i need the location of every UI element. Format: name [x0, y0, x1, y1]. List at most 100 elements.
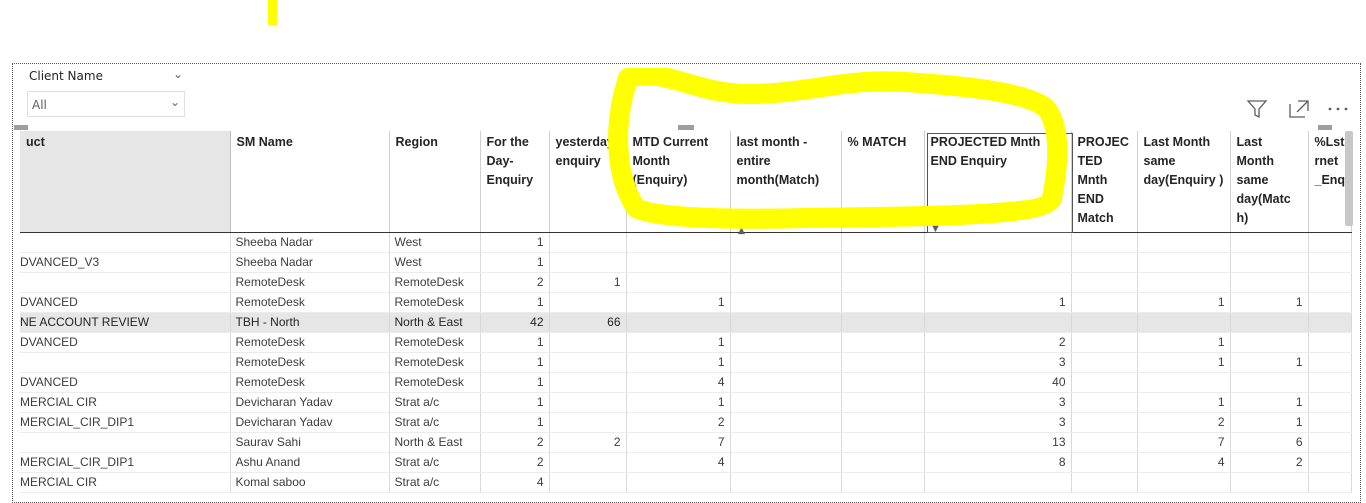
- table-cell: DVANCED: [20, 372, 231, 393]
- table-cell: [730, 252, 842, 273]
- resize-handle[interactable]: [14, 125, 28, 130]
- table-cell: 42: [480, 312, 550, 333]
- table-cell: [841, 372, 925, 393]
- table-cell: 40: [924, 372, 1072, 393]
- table-cell: [1308, 292, 1353, 313]
- table-cell: [626, 272, 731, 293]
- table-cell: RemoteDesk: [389, 352, 481, 373]
- slicer-dropdown[interactable]: All ⌄: [27, 91, 185, 117]
- table-cell: MERCIAL CIR: [20, 392, 231, 413]
- table-cell: 3: [924, 352, 1072, 373]
- table-row[interactable]: RemoteDesk RemoteDesk 1 1 3 1 1: [20, 352, 1353, 373]
- table-cell: Strat a/c: [389, 392, 481, 413]
- table-cell: [20, 432, 231, 453]
- table-cell: 1: [480, 392, 550, 413]
- table-cell: 2: [924, 332, 1072, 353]
- table-cell: 7: [626, 432, 731, 453]
- table-cell: [1230, 372, 1309, 393]
- table-cell: 2: [480, 272, 550, 293]
- column-header[interactable]: Last Month same day(Enquiry ): [1137, 131, 1231, 233]
- column-header[interactable]: MTD Current Month (Enquiry): [626, 131, 731, 233]
- table-row[interactable]: DVANCED RemoteDesk RemoteDesk 1 1 2 1: [20, 332, 1353, 353]
- column-header[interactable]: Last Month same day(Matc h): [1230, 131, 1309, 233]
- table-row[interactable]: MERCIAL CIR Komal saboo Strat a/c 4: [20, 472, 1353, 493]
- table-cell: [730, 352, 842, 373]
- table-row[interactable]: RemoteDesk RemoteDesk 2 1: [20, 272, 1353, 293]
- table-cell: 4: [626, 452, 731, 473]
- table-cell: [1137, 472, 1231, 493]
- table-cell: Devicharan Yadav: [230, 392, 390, 413]
- column-header[interactable]: Region: [389, 131, 481, 233]
- table-row[interactable]: NE ACCOUNT REVIEW TBH - North North & East…: [20, 312, 1353, 333]
- table-cell: [1308, 352, 1353, 373]
- table-cell: [626, 472, 731, 493]
- table-row[interactable]: DVANCED_V3 Sheeba Nadar West 1: [20, 252, 1353, 273]
- sort-descending-icon[interactable]: ▼: [932, 224, 939, 234]
- vertical-scrollbar[interactable]: [1345, 131, 1353, 226]
- table-cell: [1308, 412, 1353, 433]
- table-row[interactable]: MERCIAL_CIR_DIP1 Devicharan Yadav Strat a/…: [20, 412, 1353, 433]
- column-header[interactable]: % MATCH: [841, 131, 925, 233]
- table-row[interactable]: DVANCED RemoteDesk RemoteDesk 1 1 1 1 1: [20, 292, 1353, 313]
- table-cell: [730, 372, 842, 393]
- table-cell: [1230, 312, 1309, 333]
- table-cell: [730, 272, 842, 293]
- table-cell: DVANCED: [20, 292, 231, 313]
- table-cell: [20, 232, 231, 253]
- table-cell: 1: [480, 332, 550, 353]
- table-cell: [924, 272, 1072, 293]
- table-cell: 2: [480, 432, 550, 453]
- table-cell: [730, 312, 842, 333]
- slicer-title: Client Name: [29, 69, 103, 83]
- table-cell: MERCIAL_CIR_DIP1: [20, 412, 231, 433]
- chevron-down-icon[interactable]: ⌄: [173, 67, 183, 81]
- table-cell: [1137, 252, 1231, 273]
- table-row[interactable]: MERCIAL_CIR_DIP1 Ashu Anand Strat a/c 2 4 8 4 2: [20, 452, 1353, 473]
- table-cell: [549, 392, 627, 413]
- table-cell: [1071, 252, 1138, 273]
- table-cell: [730, 472, 842, 493]
- table-cell: [20, 272, 231, 293]
- table-cell: 1: [626, 352, 731, 373]
- table-cell: [626, 252, 731, 273]
- slicer-selected-value: All: [32, 98, 47, 112]
- table-cell: RemoteDesk: [389, 372, 481, 393]
- column-header[interactable]: last month - entire month(Match): [730, 131, 842, 233]
- table-row[interactable]: DVANCED RemoteDesk RemoteDesk 1 4 40: [20, 372, 1353, 393]
- column-header[interactable]: PROJECTED Mnth END Enquiry: [924, 131, 1072, 233]
- table-cell: 1: [480, 232, 550, 253]
- table-cell: [626, 312, 731, 333]
- resize-handle[interactable]: [678, 125, 694, 130]
- column-header[interactable]: SM Name: [230, 131, 390, 233]
- table-row[interactable]: Sheeba Nadar West 1: [20, 232, 1353, 253]
- table-cell: 1: [1230, 392, 1309, 413]
- focus-mode-icon[interactable]: [1286, 96, 1312, 122]
- column-header[interactable]: PROJEC TED Mnth END Match: [1071, 131, 1138, 233]
- table-row[interactable]: MERCIAL CIR Devicharan Yadav Strat a/c 1 1 3 1…: [20, 392, 1353, 413]
- table-cell: 8: [924, 452, 1072, 473]
- table-cell: 1: [1230, 292, 1309, 313]
- table-cell: 2: [480, 452, 550, 473]
- table-cell: 1: [1230, 352, 1309, 373]
- column-header[interactable]: For the Day-Enquiry: [480, 131, 550, 233]
- table-cell: Komal saboo: [230, 472, 390, 493]
- table-cell: RemoteDesk: [389, 332, 481, 353]
- table-cell: [1230, 332, 1309, 353]
- sort-ascending-icon[interactable]: ▲: [738, 226, 745, 236]
- table-cell: [730, 392, 842, 413]
- table-cell: MERCIAL_CIR_DIP1: [20, 452, 231, 473]
- table-cell: [549, 412, 627, 433]
- column-header[interactable]: uct: [20, 131, 231, 233]
- table-cell: Saurav Sahi: [230, 432, 390, 453]
- table-cell: 1: [1137, 392, 1231, 413]
- column-header[interactable]: yesterday enquiry: [549, 131, 627, 233]
- table-row[interactable]: Saurav Sahi North & East 2 2 7 13 7 6: [20, 432, 1353, 453]
- resize-handle[interactable]: [1318, 125, 1332, 130]
- table-cell: 4: [626, 372, 731, 393]
- table-cell: 1: [1230, 412, 1309, 433]
- filter-icon[interactable]: [1244, 96, 1270, 122]
- table-cell: RemoteDesk: [230, 272, 390, 293]
- table-cell: 13: [924, 432, 1072, 453]
- more-options-icon[interactable]: [1326, 96, 1352, 122]
- table-cell: [1137, 272, 1231, 293]
